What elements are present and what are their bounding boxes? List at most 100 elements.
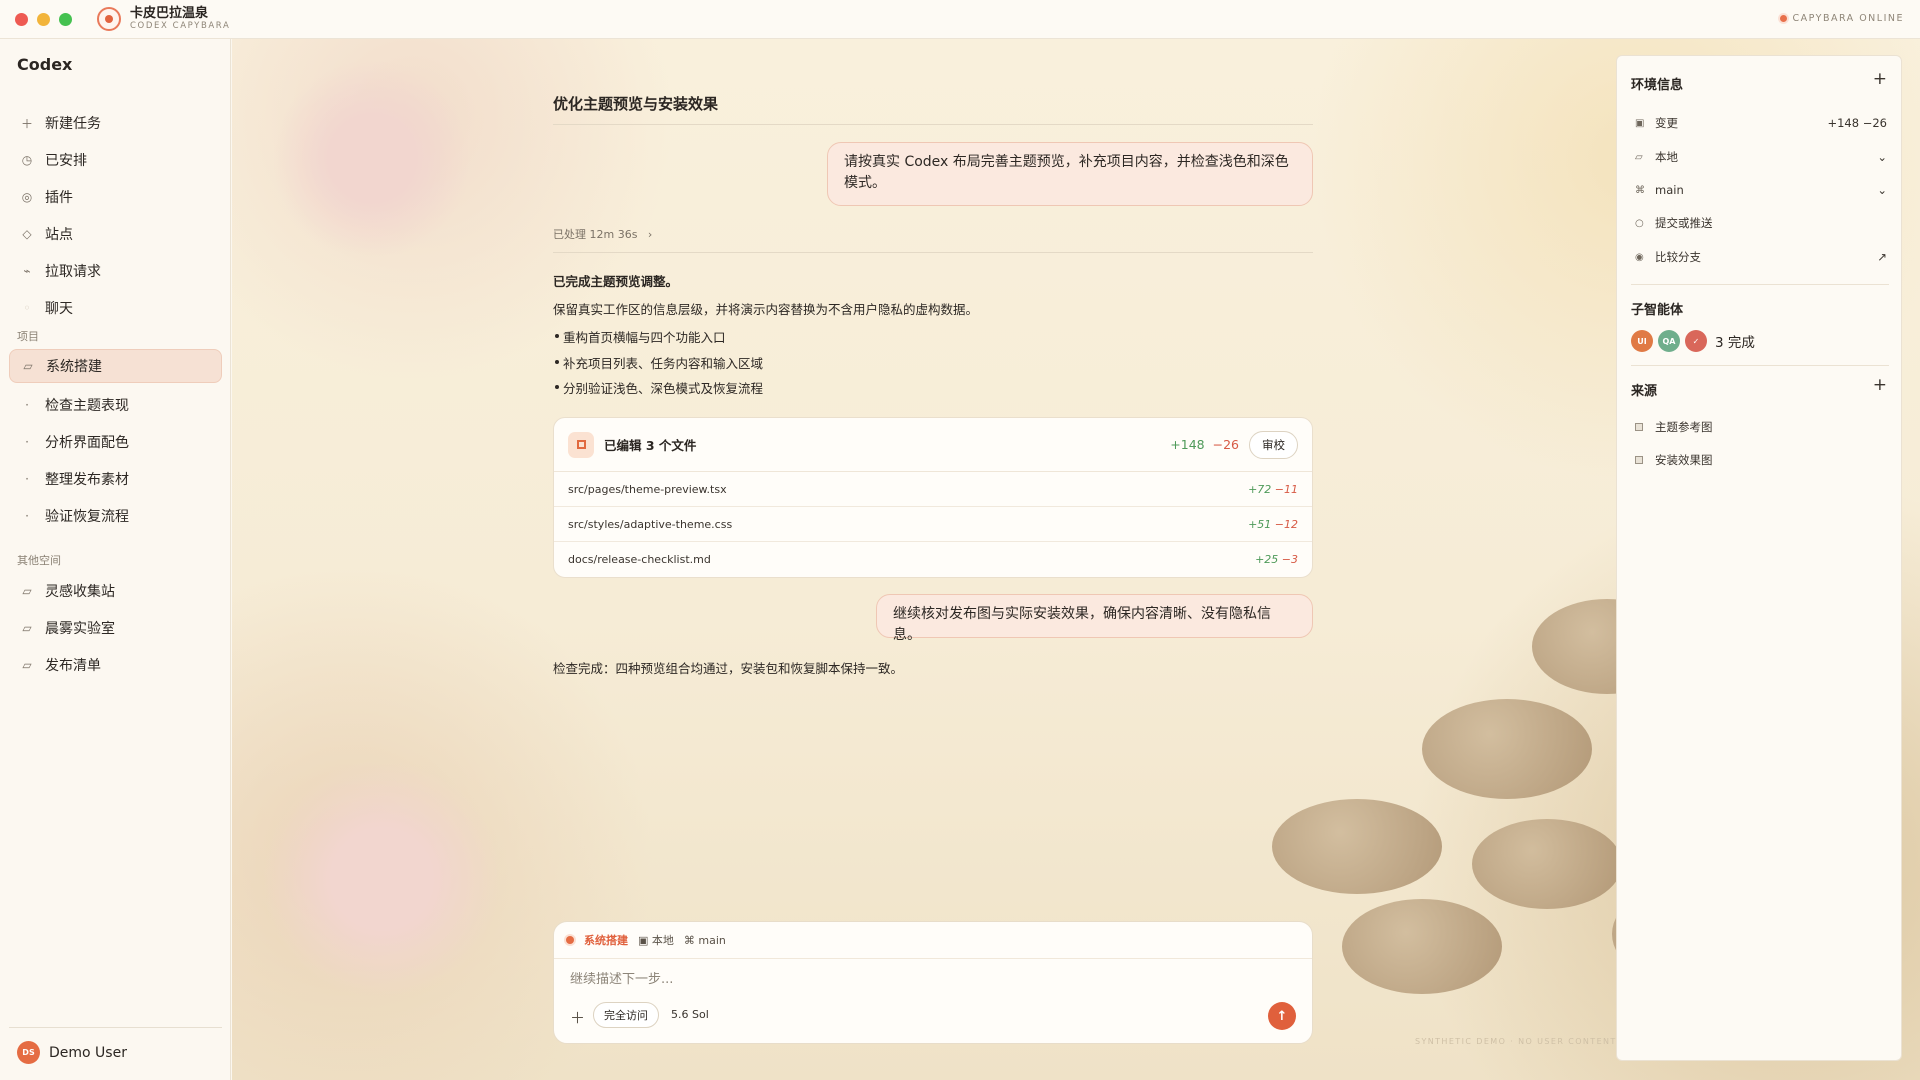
nav-pull-requests[interactable]: ⌁ 拉取请求 (9, 254, 222, 288)
project-item[interactable]: · 检查主题表现 (9, 388, 222, 422)
diff-icon: ▣ (1635, 117, 1645, 129)
source-item[interactable]: 主题参考图 (1635, 417, 1887, 437)
project-item-system-setup[interactable]: ▱ 系统搭建 (9, 349, 222, 383)
composer-input[interactable] (570, 972, 1270, 987)
space-label: 灵感收集站 (45, 584, 115, 600)
env-row-commit[interactable]: ○ 提交或推送 (1635, 213, 1887, 233)
env-row-local[interactable]: ▱ 本地 ⌄ (1635, 147, 1887, 167)
monitor-icon: ▱ (1635, 151, 1643, 163)
env-row-changes[interactable]: ▣ 变更 +148 −26 (1635, 113, 1887, 133)
space-label: 发布清单 (45, 658, 101, 674)
user-message: 请按真实 Codex 布局完善主题预览，补充项目内容，并检查浅色和深色模式。 (827, 142, 1313, 206)
composer-context-tags: 系统搭建 ▣ 本地 ⌘ main (566, 932, 726, 948)
projects-heading: 项目 (17, 330, 39, 343)
file-removed: −12 (1274, 517, 1298, 531)
project-tag[interactable]: 系统搭建 (584, 932, 628, 948)
project-item[interactable]: · 整理发布素材 (9, 462, 222, 496)
subagents[interactable]: UI QA ✓ 3 完成 (1631, 330, 1755, 352)
maximize-window-button[interactable] (59, 12, 72, 26)
nav-label: 插件 (45, 190, 73, 206)
send-button[interactable]: ↑ (1268, 1002, 1296, 1030)
space-item[interactable]: ▱ 晨雾实验室 (9, 611, 222, 645)
online-status-label: CAPYBARA ONLINE (1792, 13, 1904, 24)
review-button[interactable]: 审校 (1249, 430, 1298, 459)
files-added-count: +148 (1170, 437, 1205, 452)
pull-request-icon: ⌁ (23, 264, 31, 278)
env-row-value: +148 −26 (1827, 116, 1887, 130)
app-logo-icon (97, 7, 121, 31)
file-row[interactable]: src/pages/theme-preview.tsx +72 −11 (554, 472, 1312, 507)
access-mode-button[interactable]: 完全访问 (593, 1002, 659, 1028)
chat-icon: ◦ (23, 301, 31, 315)
file-path: src/styles/adaptive-theme.css (568, 517, 733, 531)
other-spaces-heading: 其他空间 (17, 554, 61, 567)
user-profile[interactable]: DS Demo User (17, 1041, 127, 1064)
nav-scheduled[interactable]: ◷ 已安排 (9, 143, 222, 177)
stepping-stone (1472, 819, 1622, 909)
env-tag[interactable]: ▣ 本地 (638, 932, 674, 948)
response-summary: 保留真实工作区的信息层级，并将演示内容替换为不含用户隐私的虚构数据。 (553, 302, 979, 317)
nav-sites[interactable]: ◇ 站点 (9, 217, 222, 251)
plugin-icon: ◎ (21, 190, 33, 204)
chevron-down-icon: ⌄ (1877, 150, 1887, 164)
processed-time[interactable]: 已处理 12m 36s › (553, 226, 652, 242)
env-row-label: 提交或推送 (1655, 216, 1713, 230)
clock-icon: ◷ (21, 153, 33, 167)
panel-divider (1631, 365, 1889, 366)
branch-tag[interactable]: ⌘ main (684, 934, 726, 947)
attach-plus-icon[interactable]: ＋ (570, 1007, 585, 1028)
response-title: 已完成主题预览调整。 (553, 274, 679, 289)
conversation-title: 优化主题预览与安装效果 (553, 95, 719, 113)
project-label: 系统搭建 (46, 359, 102, 375)
env-row-branch[interactable]: ⌘ main ⌄ (1635, 180, 1887, 200)
close-window-button[interactable] (15, 12, 28, 26)
add-source-plus-icon[interactable]: + (1873, 375, 1887, 395)
file-row[interactable]: docs/release-checklist.md +25 −3 (554, 542, 1312, 577)
space-item[interactable]: ▱ 灵感收集站 (9, 574, 222, 608)
composer-divider (554, 958, 1312, 959)
arrow-up-icon: ↑ (1276, 1008, 1288, 1024)
file-added: +72 (1248, 482, 1272, 496)
space-item[interactable]: ▱ 发布清单 (9, 648, 222, 682)
nav-label: 拉取请求 (45, 264, 101, 280)
folder-icon: ▱ (23, 359, 33, 373)
file-path: src/pages/theme-preview.tsx (568, 482, 727, 496)
nav-plugins[interactable]: ◎ 插件 (9, 180, 222, 214)
folder-icon: ▱ (22, 621, 32, 635)
project-item[interactable]: · 分析界面配色 (9, 425, 222, 459)
nav-chat[interactable]: ◦ 聊天 (9, 291, 222, 325)
project-item[interactable]: · 验证恢复流程 (9, 499, 222, 533)
project-label: 检查主题表现 (45, 398, 129, 414)
add-env-plus-icon[interactable]: + (1873, 69, 1887, 89)
file-diff-stat: +72 −11 (1248, 483, 1298, 496)
response-bullet: 分别验证浅色、深色模式及恢复流程 (554, 378, 763, 397)
env-row-label: 本地 (1655, 150, 1678, 164)
response-bullet: 补充项目列表、任务内容和输入区域 (554, 353, 763, 372)
image-icon (1635, 456, 1655, 464)
blossom-decoration (262, 759, 502, 999)
blossom-decoration (272, 59, 472, 259)
app-names: 卡皮巴拉温泉 CODEX CAPYBARA (130, 6, 231, 32)
env-row-label: 变更 (1655, 116, 1678, 130)
sidebar: Codex ＋ 新建任务 ◷ 已安排 ◎ 插件 ◇ 站点 ⌁ 拉取请求 ◦ 聊天… (0, 39, 231, 1080)
branch-tag-label: main (698, 933, 726, 947)
env-row-compare[interactable]: ◉ 比较分支 ↗ (1635, 247, 1887, 267)
minimize-window-button[interactable] (37, 12, 50, 26)
agents-heading: 子智能体 (1631, 303, 1684, 318)
files-card-label: 已编辑 3 个文件 (604, 438, 697, 453)
plus-icon: ＋ (20, 116, 33, 131)
nav-label: 聊天 (45, 301, 73, 317)
stepping-stone (1342, 899, 1502, 994)
nav-new-task[interactable]: ＋ 新建任务 (9, 106, 222, 140)
watermark: SYNTHETIC DEMO · NO USER CONTENT (1415, 1037, 1617, 1046)
file-removed: −3 (1281, 553, 1298, 566)
file-row[interactable]: src/styles/adaptive-theme.css +51 −12 (554, 507, 1312, 542)
agent-avatar: ✓ (1685, 330, 1707, 352)
nav-label: 已安排 (45, 153, 87, 169)
model-selector[interactable]: 5.6 Sol (671, 1008, 709, 1021)
source-item[interactable]: 安装效果图 (1635, 450, 1887, 470)
project-label: 验证恢复流程 (45, 509, 129, 525)
file-added: +51 (1248, 517, 1272, 531)
app-subtitle: CODEX CAPYBARA (130, 20, 231, 31)
file-removed: −11 (1274, 482, 1298, 496)
